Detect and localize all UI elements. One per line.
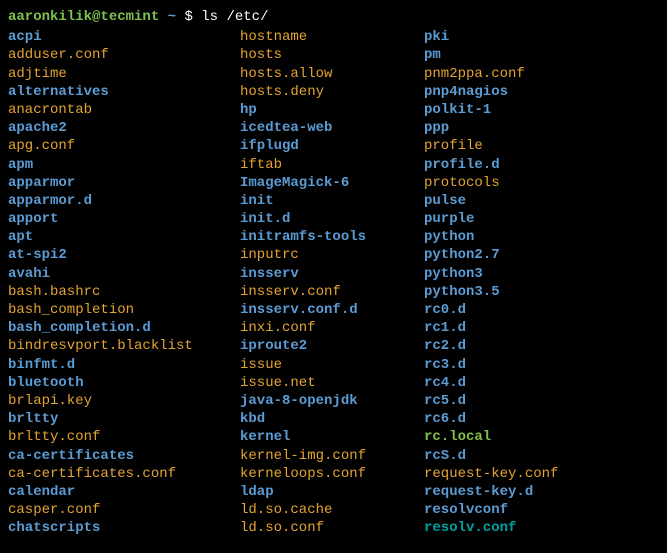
ls-entry: apparmor bbox=[8, 174, 240, 192]
ls-entry: python bbox=[424, 228, 659, 246]
ls-entry: pnp4nagios bbox=[424, 83, 659, 101]
ls-entry: pulse bbox=[424, 192, 659, 210]
ls-entry: rcS.d bbox=[424, 447, 659, 465]
ls-entry: resolv.conf bbox=[424, 519, 659, 537]
ls-entry: adjtime bbox=[8, 65, 240, 83]
ls-entry: init bbox=[240, 192, 424, 210]
ls-entry: python3 bbox=[424, 265, 659, 283]
ls-entry: rc1.d bbox=[424, 319, 659, 337]
ls-entry: kernel bbox=[240, 428, 424, 446]
ls-entry: kbd bbox=[240, 410, 424, 428]
ls-entry: rc5.d bbox=[424, 392, 659, 410]
ls-entry: init.d bbox=[240, 210, 424, 228]
ls-entry: hosts.deny bbox=[240, 83, 424, 101]
ls-entry: bluetooth bbox=[8, 374, 240, 392]
ls-entry: issue.net bbox=[240, 374, 424, 392]
ls-entry: brltty.conf bbox=[8, 428, 240, 446]
ls-entry: insserv.conf bbox=[240, 283, 424, 301]
ls-entry: python2.7 bbox=[424, 246, 659, 264]
ls-entry: rc6.d bbox=[424, 410, 659, 428]
ls-entry: insserv.conf.d bbox=[240, 301, 424, 319]
ls-entry: ifplugd bbox=[240, 137, 424, 155]
ls-entry: initramfs-tools bbox=[240, 228, 424, 246]
prompt-dollar: $ bbox=[184, 8, 192, 26]
ls-entry: ld.so.conf bbox=[240, 519, 424, 537]
ls-entry: issue bbox=[240, 356, 424, 374]
ls-entry: alternatives bbox=[8, 83, 240, 101]
ls-entry: rc2.d bbox=[424, 337, 659, 355]
ls-entry: chatscripts bbox=[8, 519, 240, 537]
ls-entry: purple bbox=[424, 210, 659, 228]
ls-entry: bash.bashrc bbox=[8, 283, 240, 301]
ls-entry: ImageMagick-6 bbox=[240, 174, 424, 192]
ls-entry: python3.5 bbox=[424, 283, 659, 301]
ls-entry: ca-certificates bbox=[8, 447, 240, 465]
ls-entry: acpi bbox=[8, 28, 240, 46]
ls-entry: pnm2ppa.conf bbox=[424, 65, 659, 83]
ls-entry: hostname bbox=[240, 28, 424, 46]
ls-entry: profile bbox=[424, 137, 659, 155]
ls-entry: avahi bbox=[8, 265, 240, 283]
ls-entry: ldap bbox=[240, 483, 424, 501]
ls-entry: casper.conf bbox=[8, 501, 240, 519]
ls-entry: apm bbox=[8, 156, 240, 174]
ls-entry: at-spi2 bbox=[8, 246, 240, 264]
ls-entry: ca-certificates.conf bbox=[8, 465, 240, 483]
ls-entry: calendar bbox=[8, 483, 240, 501]
ls-entry: apparmor.d bbox=[8, 192, 240, 210]
ls-entry: bash_completion bbox=[8, 301, 240, 319]
ls-entry: ld.so.cache bbox=[240, 501, 424, 519]
ls-entry: request-key.d bbox=[424, 483, 659, 501]
ls-entry: apport bbox=[8, 210, 240, 228]
ls-entry: bindresvport.blacklist bbox=[8, 337, 240, 355]
ls-entry: kerneloops.conf bbox=[240, 465, 424, 483]
ls-entry: ppp bbox=[424, 119, 659, 137]
ls-entry: profile.d bbox=[424, 156, 659, 174]
ls-entry: protocols bbox=[424, 174, 659, 192]
ls-entry: adduser.conf bbox=[8, 46, 240, 64]
ls-entry: request-key.conf bbox=[424, 465, 659, 483]
ls-entry: resolvconf bbox=[424, 501, 659, 519]
command-text[interactable]: ls /etc/ bbox=[201, 8, 268, 26]
ls-entry: bash_completion.d bbox=[8, 319, 240, 337]
ls-entry: java-8-openjdk bbox=[240, 392, 424, 410]
ls-entry: hosts bbox=[240, 46, 424, 64]
ls-entry: pm bbox=[424, 46, 659, 64]
ls-entry: hp bbox=[240, 101, 424, 119]
ls-entry: rc4.d bbox=[424, 374, 659, 392]
ls-entry: iproute2 bbox=[240, 337, 424, 355]
ls-entry: apt bbox=[8, 228, 240, 246]
ls-entry: inputrc bbox=[240, 246, 424, 264]
ls-entry: anacrontab bbox=[8, 101, 240, 119]
ls-entry: pki bbox=[424, 28, 659, 46]
ls-entry: hosts.allow bbox=[240, 65, 424, 83]
ls-entry: polkit-1 bbox=[424, 101, 659, 119]
ls-entry: rc.local bbox=[424, 428, 659, 446]
ls-entry: insserv bbox=[240, 265, 424, 283]
user-host: aaronkilik@tecmint bbox=[8, 8, 159, 26]
ls-entry: brltty bbox=[8, 410, 240, 428]
ls-entry: binfmt.d bbox=[8, 356, 240, 374]
cwd-tilde: ~ bbox=[168, 8, 176, 26]
ls-entry: inxi.conf bbox=[240, 319, 424, 337]
ls-entry: brlapi.key bbox=[8, 392, 240, 410]
ls-entry: iftab bbox=[240, 156, 424, 174]
ls-entry: rc3.d bbox=[424, 356, 659, 374]
ls-entry: kernel-img.conf bbox=[240, 447, 424, 465]
ls-output: acpihostnamepki adduser.confhostspm adjtim… bbox=[8, 28, 659, 537]
ls-entry: icedtea-web bbox=[240, 119, 424, 137]
prompt-line: aaronkilik@tecmint ~ $ ls /etc/ bbox=[8, 8, 659, 26]
ls-entry: apg.conf bbox=[8, 137, 240, 155]
ls-entry: rc0.d bbox=[424, 301, 659, 319]
ls-entry: apache2 bbox=[8, 119, 240, 137]
